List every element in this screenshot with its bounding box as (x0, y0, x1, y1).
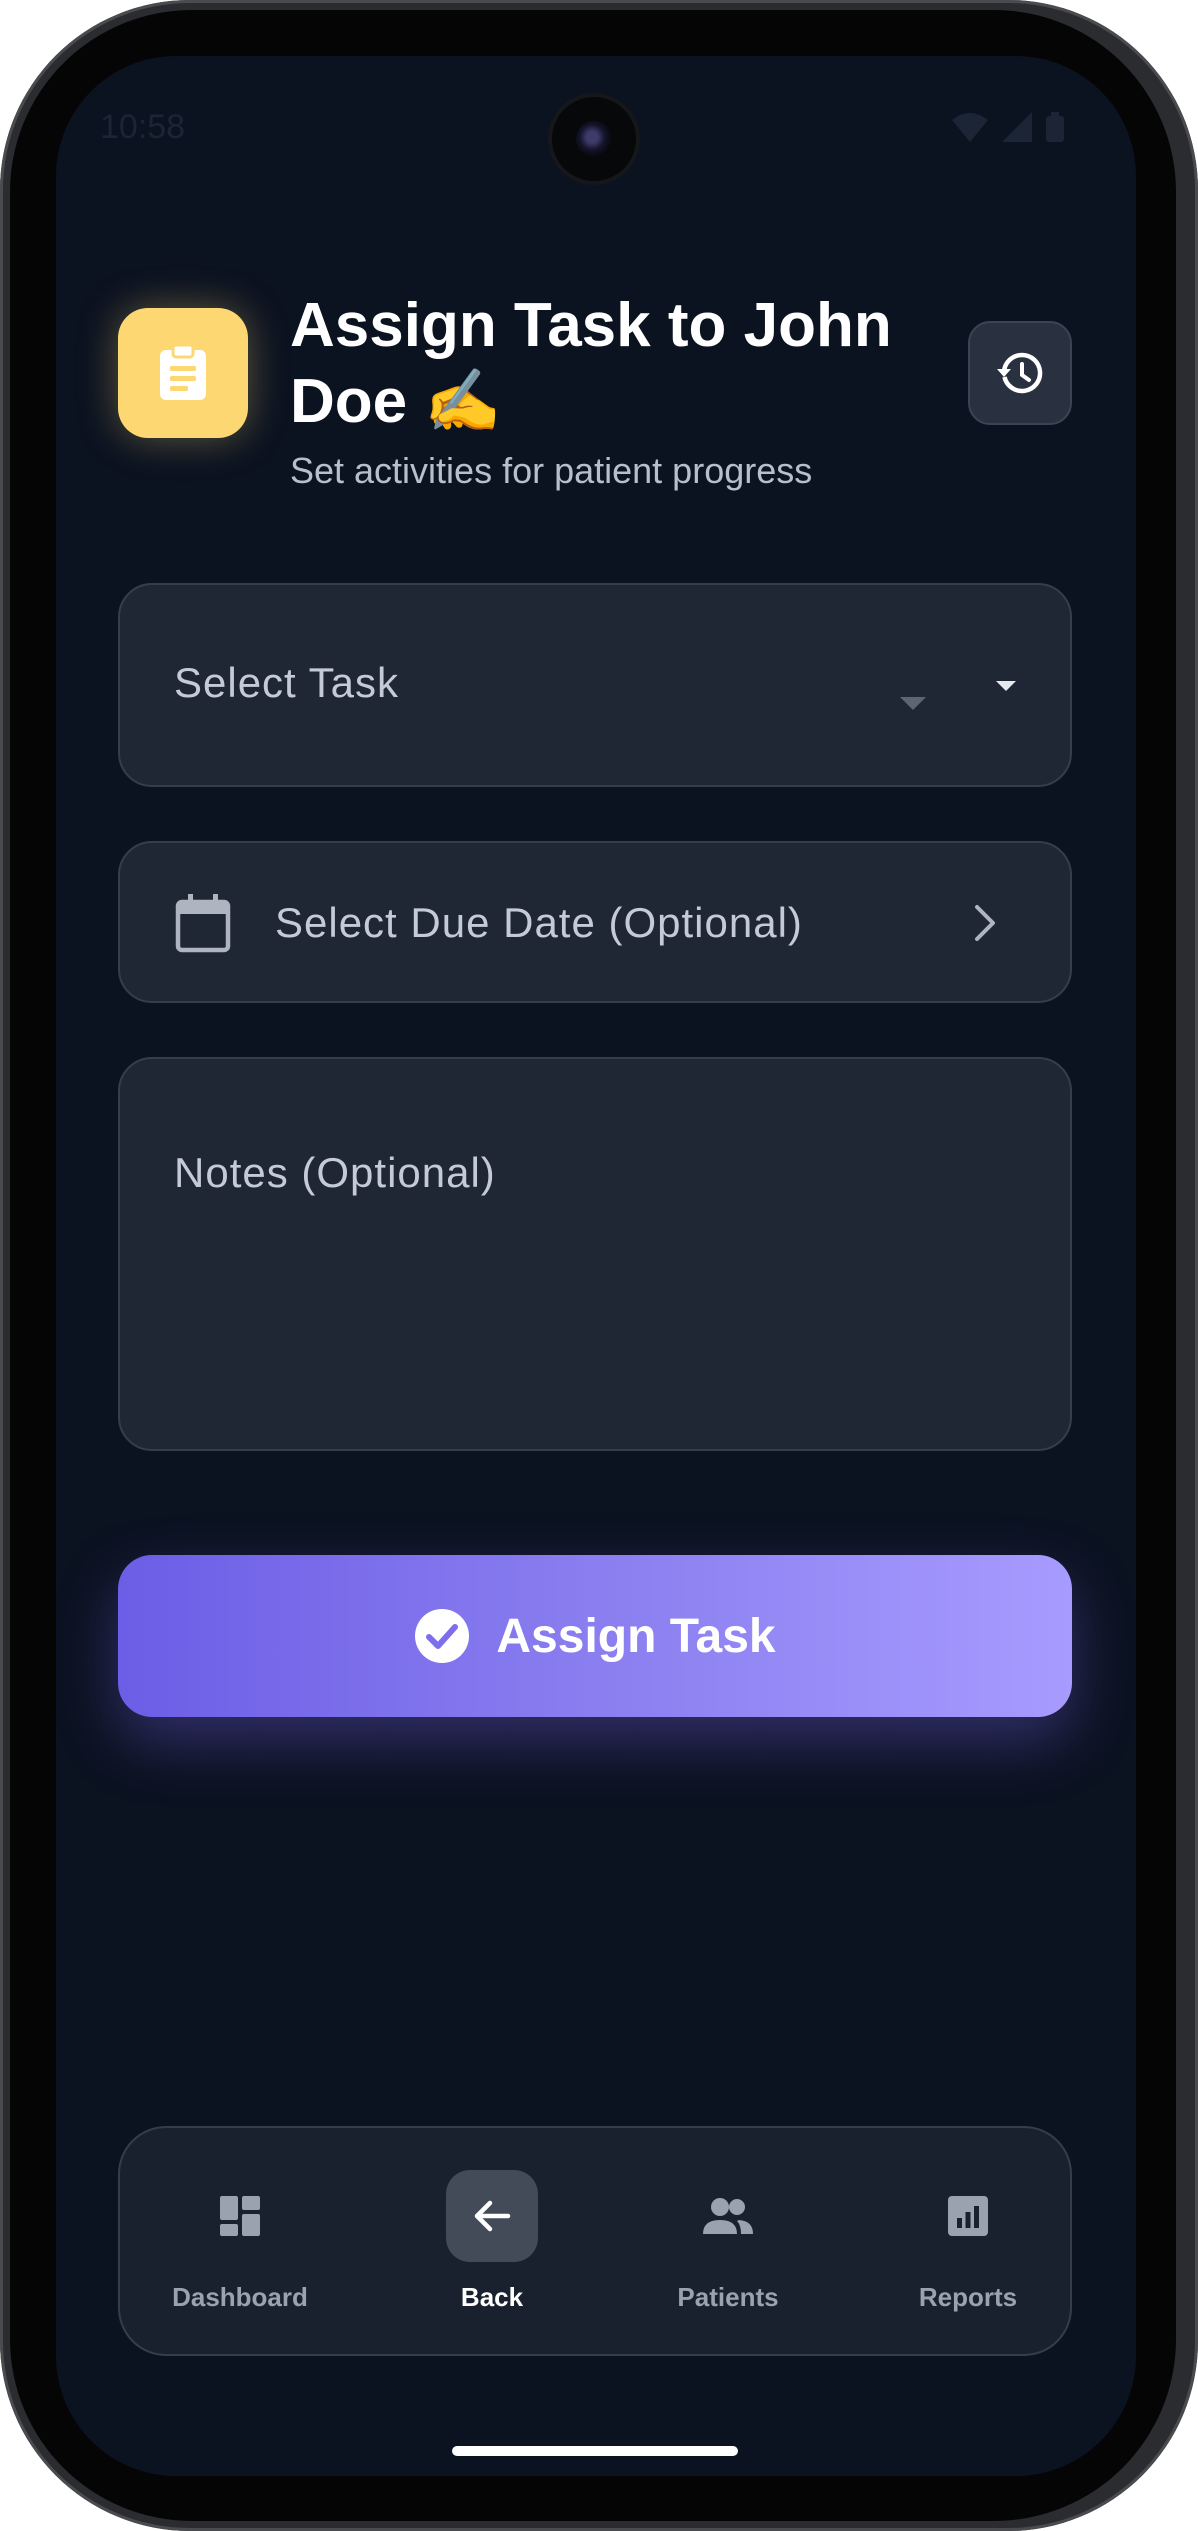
signal-icon (1002, 112, 1032, 142)
history-button[interactable] (968, 321, 1072, 425)
dashboard-icon (220, 2196, 260, 2236)
task-select-placeholder: Select Task (174, 659, 399, 706)
calendar-icon (175, 894, 231, 953)
nav-label-dashboard: Dashboard (172, 2282, 308, 2312)
dropdown-hint-icon (900, 697, 926, 710)
nav-label-back: Back (460, 2282, 524, 2312)
wifi-icon (952, 113, 988, 142)
task-select[interactable]: Select Task (118, 583, 1072, 787)
nav-label-patients: Patients (677, 2282, 779, 2312)
screen: 10:58 Assign Task to John Doe ✍️ Set act… (56, 56, 1136, 2476)
nav-item-back[interactable]: Back (392, 2128, 592, 2358)
notes-placeholder: Notes (Optional) (174, 1149, 496, 1196)
assign-task-button[interactable]: Assign Task (118, 1555, 1072, 1717)
nav-label-reports: Reports (918, 2282, 1018, 2312)
history-icon (997, 352, 1043, 394)
nav-item-reports[interactable]: Reports (868, 2128, 1068, 2358)
power-button (1180, 1000, 1192, 1360)
status-icons (952, 112, 1064, 142)
assign-task-label: Assign Task (496, 1609, 776, 1663)
chevron-right-icon (975, 905, 995, 941)
due-date-picker[interactable]: Select Due Date (Optional) (118, 841, 1072, 1003)
notes-textarea[interactable]: Notes (Optional) (118, 1057, 1072, 1451)
bar-chart-icon (948, 2196, 988, 2236)
page-title: Assign Task to John Doe ✍️ (290, 291, 892, 436)
people-icon (703, 2198, 753, 2234)
status-time: 10:58 (100, 108, 186, 146)
page-subtitle: Set activities for patient progress (290, 450, 813, 491)
clipboard-icon (118, 308, 248, 438)
due-date-placeholder: Select Due Date (Optional) (275, 899, 803, 946)
nav-item-dashboard[interactable]: Dashboard (140, 2128, 340, 2358)
front-camera (552, 97, 636, 181)
volume-button (1180, 690, 1192, 880)
home-indicator[interactable] (452, 2446, 738, 2456)
nav-item-patients[interactable]: Patients (628, 2128, 828, 2358)
check-circle-icon (415, 1609, 470, 1663)
bottom-nav: Dashboard Back Patients Reports (118, 2126, 1072, 2356)
chevron-down-icon (996, 681, 1016, 691)
arrow-left-icon (474, 2200, 511, 2232)
battery-icon (1046, 112, 1064, 142)
